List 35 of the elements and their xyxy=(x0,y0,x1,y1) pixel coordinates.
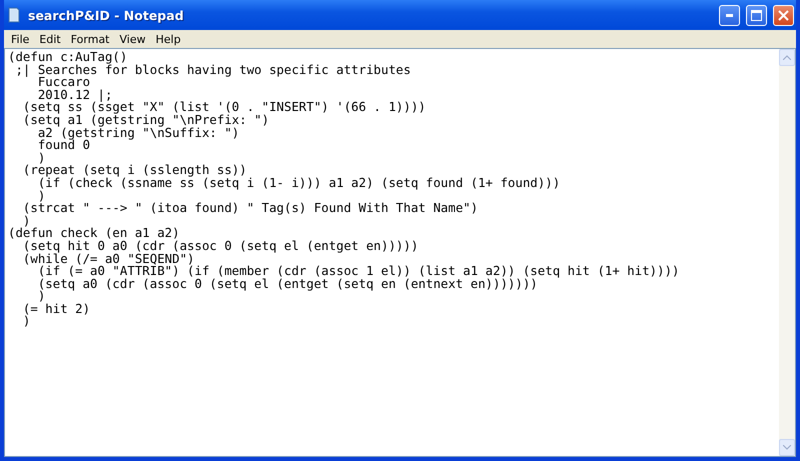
menu-item[interactable]: File xyxy=(6,32,34,46)
menu-item[interactable]: Help xyxy=(150,32,186,46)
code-line: Fuccaro xyxy=(36,76,90,89)
maximize-button[interactable] xyxy=(746,4,767,26)
close-icon xyxy=(778,10,789,20)
code-line: (if (check (ssname ss (setq i (1- i))) a1 a2) (setq found (1+ found))) xyxy=(38,176,560,190)
code-line: (= hit 2) xyxy=(22,302,90,316)
window-title: searchP&ID - Notepad xyxy=(28,8,185,22)
minimize-icon xyxy=(726,14,733,16)
menu-item[interactable]: Edit xyxy=(34,32,66,46)
code-line: (strcat " ---> " (itoa found) " Tag(s) Found With That Name") xyxy=(22,202,478,215)
menu-item[interactable]: Format xyxy=(66,32,114,46)
code-line: (setq a1 (getstring "\nPrefix: ") xyxy=(22,114,270,127)
code-line: (setq a0 (cdr (assoc 0 (setq el (entget (setq en (entnext en))))))) xyxy=(36,278,538,290)
code-line: found 0 xyxy=(36,139,90,152)
code-line: (setq hit 0 a0 (cdr (assoc 0 (setq el (entget en))))) xyxy=(22,240,418,252)
notepad-icon xyxy=(6,7,22,23)
code-line: 2010.12 |; xyxy=(38,88,112,102)
code-line: (defun c:AuTag() xyxy=(8,51,128,64)
code-line: ) xyxy=(22,214,30,228)
code-line: (while (/= a0 "SEQEND") xyxy=(22,252,194,266)
menu-item[interactable]: View xyxy=(114,32,151,46)
code-line: ) xyxy=(22,315,30,328)
code-line: ) xyxy=(38,152,46,164)
code-line: ) xyxy=(38,290,46,303)
code-line: (repeat (setq i (sslength ss)) xyxy=(22,164,247,177)
code-line: a2 (getstring "\nSuffix: ") xyxy=(38,126,240,140)
code-line: (defun check (en a1 a2) xyxy=(8,227,180,240)
close-button[interactable] xyxy=(773,4,794,26)
minimize-button[interactable] xyxy=(719,4,740,26)
maximize-icon xyxy=(751,10,762,20)
code-line: (setq ss (ssget "X" (list '(0 . "INSERT") '(66 . 1)))) xyxy=(22,101,426,114)
code-line: ;| Searches for blocks having two specific attributes xyxy=(15,64,411,76)
code-line: (if (= a0 "ATTRIB") (if (member (cdr (assoc 1 el)) (list a1 a2)) (setq hit (1+ hit)))) xyxy=(38,265,680,278)
code-line: ) xyxy=(38,190,46,202)
